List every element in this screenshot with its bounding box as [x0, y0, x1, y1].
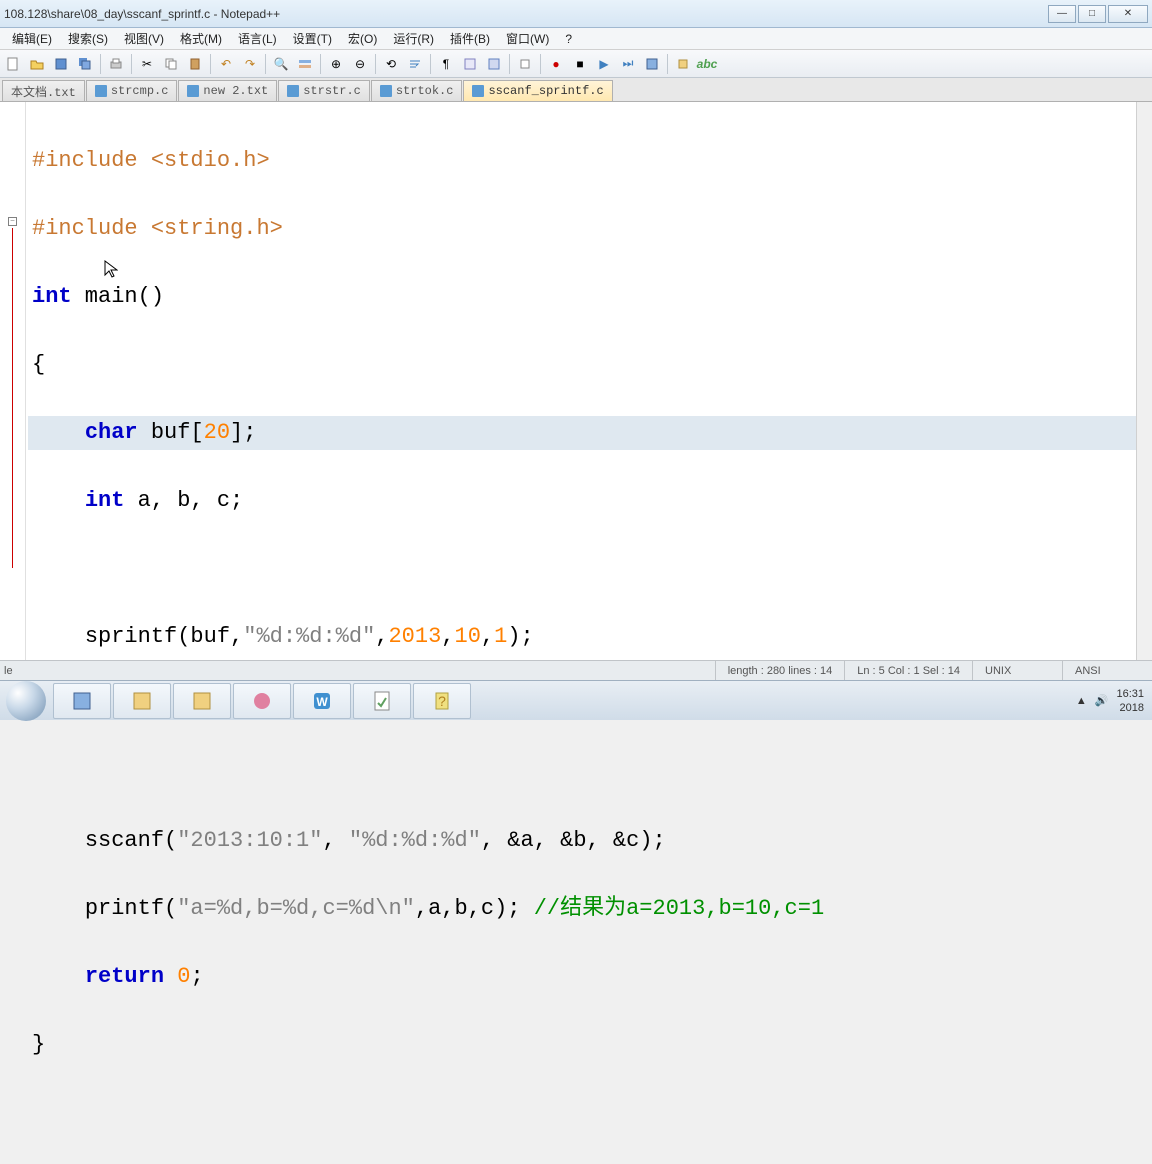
code-area[interactable]: #include <stdio.h> #include <string.h> i…: [26, 102, 1152, 674]
menu-run[interactable]: 运行(R): [385, 28, 442, 49]
status-length: length : 280 lines : 14: [715, 661, 845, 680]
taskbar-app[interactable]: [353, 683, 411, 719]
file-icon: [95, 85, 107, 97]
zoom-in-icon[interactable]: ⊕: [325, 53, 347, 75]
tab-item[interactable]: strstr.c: [278, 80, 370, 101]
menu-search[interactable]: 搜索(S): [60, 28, 116, 49]
tabbar: 本文档.txt strcmp.c new 2.txt strstr.c strt…: [0, 78, 1152, 102]
guide-icon[interactable]: [483, 53, 505, 75]
file-icon: [380, 85, 392, 97]
indent-icon[interactable]: [459, 53, 481, 75]
fold-line: [12, 228, 13, 568]
spell-icon[interactable]: abc: [696, 53, 718, 75]
status-left: le: [0, 665, 715, 677]
taskbar-app[interactable]: [233, 683, 291, 719]
tray-icon[interactable]: ▲: [1076, 695, 1087, 707]
start-button[interactable]: [6, 681, 46, 721]
taskbar-app[interactable]: [173, 683, 231, 719]
close-button[interactable]: ✕: [1108, 5, 1148, 23]
undo-icon[interactable]: ↶: [215, 53, 237, 75]
play-icon[interactable]: ▶: [593, 53, 615, 75]
taskbar-app[interactable]: [113, 683, 171, 719]
statusbar: le length : 280 lines : 14 Ln : 5 Col : …: [0, 660, 1152, 680]
toolbar: ✂ ↶ ↷ 🔍 ⊕ ⊖ ⟲ ¶ ● ■ ▶ ⏭ abc: [0, 50, 1152, 78]
mouse-cursor: [104, 260, 118, 280]
system-tray[interactable]: ▲ 🔊 16:31 2018: [1076, 687, 1152, 715]
status-eol: UNIX: [972, 661, 1062, 680]
menu-settings[interactable]: 设置(T): [285, 28, 340, 49]
scrollbar-vertical[interactable]: [1136, 102, 1152, 674]
menu-plugins[interactable]: 插件(B): [442, 28, 498, 49]
misc-icon[interactable]: [672, 53, 694, 75]
menu-help[interactable]: ?: [557, 30, 580, 48]
code-editor[interactable]: − #include <stdio.h> #include <string.h>…: [0, 102, 1152, 674]
taskbar-app[interactable]: W: [293, 683, 351, 719]
file-icon: [187, 85, 199, 97]
paste-icon[interactable]: [184, 53, 206, 75]
svg-text:W: W: [316, 695, 328, 709]
tray-icon[interactable]: 🔊: [1095, 694, 1109, 707]
menu-window[interactable]: 窗口(W): [498, 28, 557, 49]
save-icon[interactable]: [50, 53, 72, 75]
tab-item[interactable]: 本文档.txt: [2, 80, 85, 101]
tab-item[interactable]: strtok.c: [371, 80, 463, 101]
maximize-button[interactable]: □: [1078, 5, 1106, 23]
file-icon: [287, 85, 299, 97]
window-title: 108.128\share\08_day\sscanf_sprintf.c - …: [4, 7, 1046, 21]
taskbar: W ? ▲ 🔊 16:31 2018: [0, 680, 1152, 720]
sync-icon[interactable]: ⟲: [380, 53, 402, 75]
copy-icon[interactable]: [160, 53, 182, 75]
save-all-icon[interactable]: [74, 53, 96, 75]
menubar: 编辑(E) 搜索(S) 视图(V) 格式(M) 语言(L) 设置(T) 宏(O)…: [0, 28, 1152, 50]
menu-macro[interactable]: 宏(O): [340, 28, 385, 49]
taskbar-app[interactable]: ?: [413, 683, 471, 719]
fold-icon[interactable]: [514, 53, 536, 75]
cut-icon[interactable]: ✂: [136, 53, 158, 75]
replace-icon[interactable]: [294, 53, 316, 75]
taskbar-app[interactable]: [53, 683, 111, 719]
stop-icon[interactable]: ■: [569, 53, 591, 75]
fold-margin[interactable]: −: [0, 102, 26, 674]
wrap-icon[interactable]: [404, 53, 426, 75]
tab-item-active[interactable]: sscanf_sprintf.c: [463, 80, 612, 101]
open-icon[interactable]: [26, 53, 48, 75]
status-encoding: ANSI: [1062, 661, 1152, 680]
find-icon[interactable]: 🔍: [270, 53, 292, 75]
save-macro-icon[interactable]: [641, 53, 663, 75]
titlebar: 108.128\share\08_day\sscanf_sprintf.c - …: [0, 0, 1152, 28]
print-icon[interactable]: [105, 53, 127, 75]
status-position: Ln : 5 Col : 1 Sel : 14: [844, 661, 972, 680]
clock[interactable]: 16:31 2018: [1116, 687, 1144, 715]
menu-view[interactable]: 视图(V): [116, 28, 172, 49]
menu-format[interactable]: 格式(M): [172, 28, 230, 49]
show-all-icon[interactable]: ¶: [435, 53, 457, 75]
tab-item[interactable]: new 2.txt: [178, 80, 277, 101]
file-icon: [472, 85, 484, 97]
zoom-out-icon[interactable]: ⊖: [349, 53, 371, 75]
redo-icon[interactable]: ↷: [239, 53, 261, 75]
menu-edit[interactable]: 编辑(E): [4, 28, 60, 49]
record-icon[interactable]: ●: [545, 53, 567, 75]
menu-language[interactable]: 语言(L): [230, 28, 285, 49]
fast-icon[interactable]: ⏭: [617, 53, 639, 75]
tab-item[interactable]: strcmp.c: [86, 80, 178, 101]
fold-toggle[interactable]: −: [8, 217, 17, 226]
new-icon[interactable]: [2, 53, 24, 75]
svg-text:?: ?: [438, 693, 446, 709]
minimize-button[interactable]: —: [1048, 5, 1076, 23]
